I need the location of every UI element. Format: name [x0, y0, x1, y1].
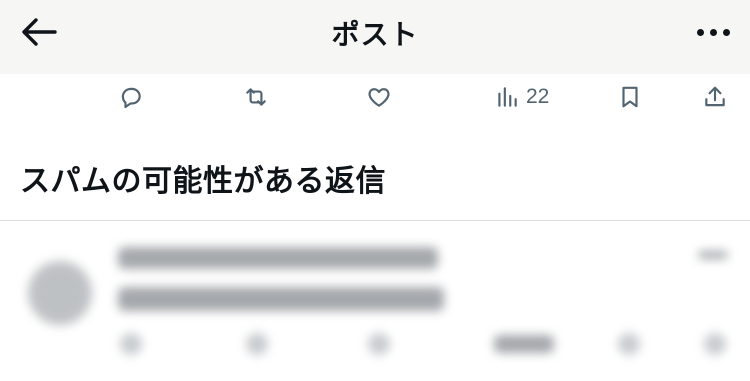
like-button[interactable]: [366, 83, 392, 111]
share-icon: [704, 333, 726, 355]
reply-text-blur: [118, 287, 444, 311]
repost-icon: [246, 333, 268, 355]
views-button[interactable]: 22: [494, 83, 549, 111]
heart-icon: [368, 88, 390, 107]
avatar: [28, 261, 92, 325]
share-icon: [705, 86, 725, 107]
more-button[interactable]: [686, 18, 730, 46]
views-count: 22: [526, 85, 550, 108]
share-button[interactable]: [702, 83, 728, 111]
reply-icon: [121, 87, 141, 109]
reply-button[interactable]: [118, 83, 144, 111]
blurred-reply[interactable]: [0, 221, 750, 381]
heart-icon: [368, 333, 390, 355]
views-chart-icon: [498, 87, 517, 107]
views-blur: [494, 335, 554, 353]
reply-author-blur: [118, 247, 438, 269]
more-horizontal-icon: [697, 28, 704, 36]
bookmark-icon: [618, 333, 640, 355]
page-title: ポスト: [331, 18, 419, 51]
more-dot: [710, 28, 717, 36]
post-action-bar: 22: [0, 74, 750, 120]
bookmark-icon: [622, 86, 638, 108]
repost-icon: [246, 88, 266, 106]
top-header: ポスト: [0, 0, 750, 74]
spam-replies-heading: スパムの可能性がある返信: [20, 164, 386, 199]
more-dot: [723, 28, 730, 36]
bookmark-button[interactable]: [617, 83, 643, 111]
reply-more-blur: [698, 251, 728, 259]
reply-icon: [120, 333, 142, 355]
repost-button[interactable]: [243, 83, 269, 111]
